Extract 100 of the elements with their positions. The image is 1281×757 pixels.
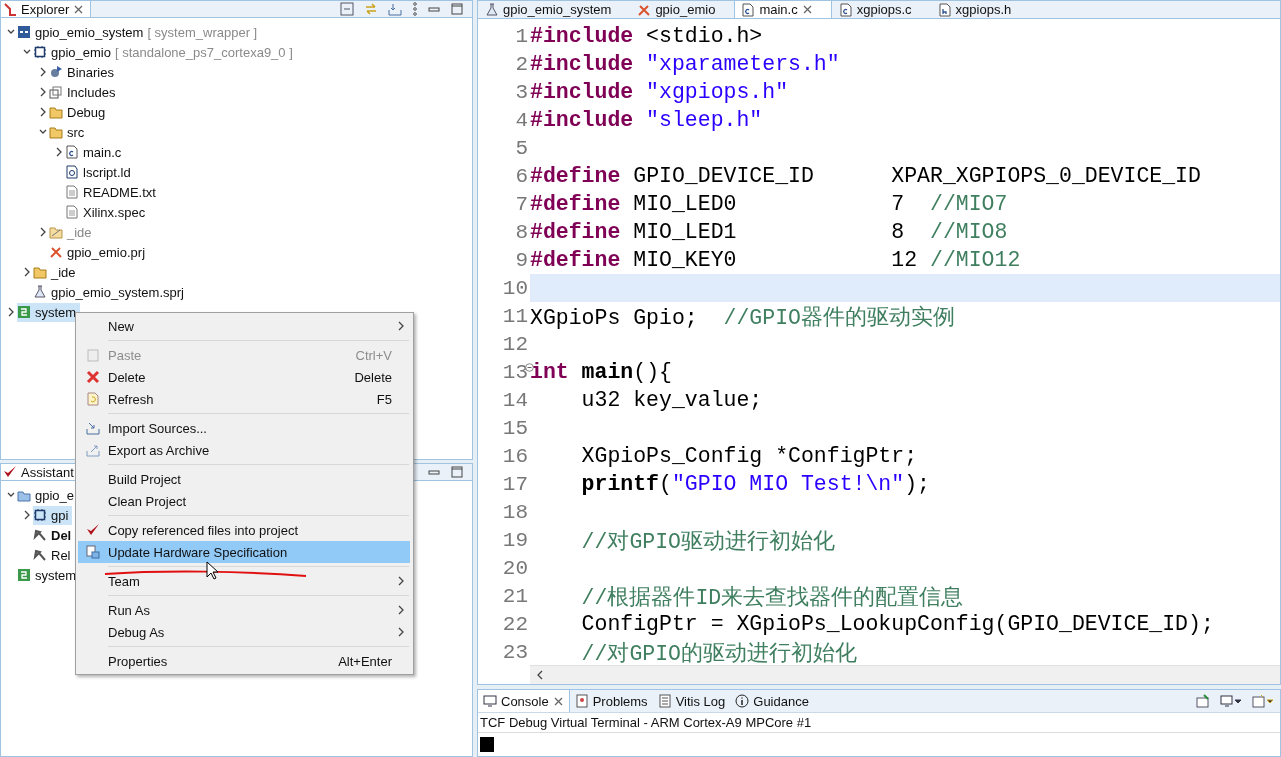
code-line: #include "xparameters.h" — [530, 52, 840, 76]
tree-item[interactable]: Xilinx.spec — [65, 202, 150, 222]
menu-item[interactable]: Copy referenced files into project — [78, 519, 410, 541]
text-file-icon — [65, 185, 79, 199]
code-line: int main(){ — [530, 360, 672, 384]
menu-item[interactable]: Export as Archive — [78, 439, 410, 461]
c-file-icon — [65, 145, 79, 159]
tree-item[interactable]: Includes — [49, 82, 120, 102]
console-tab[interactable]: Vitis Log — [652, 690, 731, 712]
editor-tab[interactable]: main.c — [734, 1, 832, 18]
more-icon — [412, 2, 418, 16]
tree-item[interactable]: _ide — [49, 222, 96, 242]
editor-tab[interactable]: xgpiops.c — [831, 1, 931, 18]
log-icon — [657, 694, 672, 708]
tree-item[interactable]: lscript.ld — [65, 162, 135, 182]
chevron-right-icon — [39, 66, 47, 77]
tree-item[interactable]: gpio_e — [17, 485, 79, 505]
code-line: #define GPIO_DEVICE_ID XPAR_XGPIOPS_0_DEVICE_ID — [530, 164, 1201, 188]
monitor-icon — [483, 694, 497, 708]
import-icon — [86, 421, 100, 435]
tree-item[interactable]: system — [17, 565, 81, 585]
code-line: #include "sleep.h" — [530, 108, 763, 132]
code-line: printf("GPIO MIO Test!\n"); — [580, 472, 930, 496]
binaries-icon — [49, 65, 63, 79]
tree-item[interactable]: gpio_emio_system [ system_wrapper ] — [17, 22, 262, 42]
linker-script-icon — [65, 165, 79, 179]
line-number: 7 — [515, 192, 528, 216]
line-number: 12 — [502, 332, 528, 356]
console-tab[interactable]: Console — [478, 690, 570, 712]
menu-item[interactable]: New — [78, 315, 410, 337]
chevron-right-icon — [39, 226, 47, 237]
console-tab[interactable]: Guidance — [730, 690, 814, 712]
chevron-right-icon — [55, 146, 63, 157]
checkmark-icon — [3, 465, 17, 479]
display-icon — [1220, 694, 1242, 708]
console-tab[interactable]: Problems — [569, 690, 653, 712]
menu-item[interactable]: Team — [78, 570, 410, 592]
line-number: 10 — [502, 276, 528, 300]
maximize-icon — [450, 465, 464, 479]
tree-item[interactable]: gpi — [33, 505, 73, 525]
line-number: 23 — [502, 640, 528, 664]
h-file-icon — [937, 2, 952, 17]
collapse-all-icon — [340, 2, 354, 16]
tree-item[interactable]: Rel — [33, 545, 75, 565]
tree-item[interactable]: Del — [33, 525, 76, 545]
view-tab[interactable]: Explorer — [1, 1, 92, 17]
info-icon — [735, 694, 750, 708]
menu-item[interactable]: Delete Delete — [78, 366, 410, 388]
tree-item[interactable]: README.txt — [65, 182, 160, 202]
tools-icon — [637, 2, 652, 17]
folder-icon — [49, 125, 63, 139]
c-file-icon — [741, 2, 756, 17]
pin-icon — [1196, 694, 1210, 708]
checkmark-icon — [86, 523, 100, 537]
line-number: 3 — [515, 80, 528, 104]
menu-item[interactable]: Refresh F5 — [78, 388, 410, 410]
tree-item[interactable]: Debug — [49, 102, 110, 122]
line-number: 17 — [502, 472, 528, 496]
line-number: 6 — [515, 164, 528, 188]
menu-item[interactable]: Build Project — [78, 468, 410, 490]
line-number: 1 — [515, 24, 528, 48]
code-line: #include "xgpiops.h" — [530, 80, 789, 104]
line-number: 5 — [515, 136, 528, 160]
tree-item[interactable]: gpio_emio_system.sprj — [33, 282, 188, 302]
tree-item[interactable]: Binaries — [49, 62, 118, 82]
menu-item[interactable]: Clean Project — [78, 490, 410, 512]
tree-item[interactable]: main.c — [65, 142, 126, 162]
editor-tab[interactable]: xgpiops.h — [930, 1, 1031, 18]
line-number: 18 — [502, 500, 528, 524]
tree-item[interactable]: gpio_emio.prj — [49, 242, 150, 262]
tree-item[interactable]: src — [49, 122, 89, 142]
mouse-pointer-icon — [206, 561, 220, 581]
code-line: XGpioPs Gpio; //GPIO器件的驱动实例 — [530, 304, 955, 331]
terminal-title: TCF Debug Virtual Terminal - ARM Cortex-A9 MPCore #1 — [478, 713, 1280, 733]
code-line: //对GPIO驱动进行初始化 — [580, 528, 836, 555]
editor-tab[interactable]: gpio_emio — [630, 1, 735, 18]
platform-icon — [17, 305, 31, 319]
text-file-icon — [65, 205, 79, 219]
menu-item[interactable]: Update Hardware Specification — [78, 541, 410, 563]
tree-item[interactable]: system — [17, 302, 81, 322]
menu-item[interactable]: Run As — [78, 599, 410, 621]
c-file-icon — [838, 2, 853, 17]
menu-item[interactable]: Properties Alt+Enter — [78, 650, 410, 672]
tree-item[interactable]: _ide — [33, 262, 80, 282]
menu-item[interactable]: Debug As — [78, 621, 410, 643]
horizontal-scrollbar[interactable] — [530, 665, 1280, 684]
tree-item[interactable]: gpio_emio [ standalone_ps7_cortexa9_0 ] — [33, 42, 297, 62]
code-line: #define MIO_KEY0 12 //MIO12 — [530, 248, 1021, 272]
code-line: #define MIO_LED1 8 //MIO8 — [530, 220, 1008, 244]
delete-icon — [86, 370, 100, 384]
code-line: //对GPIO的驱动进行初始化 — [580, 640, 858, 665]
line-number: 14 — [502, 388, 528, 412]
maximize-icon — [450, 2, 464, 16]
editor-tab[interactable]: gpio_emio_system — [478, 1, 631, 18]
folder-icon — [49, 225, 63, 239]
link-icon — [364, 2, 378, 16]
folder-icon — [17, 488, 31, 502]
minimize-icon — [428, 6, 440, 12]
menu-item[interactable]: Import Sources... — [78, 417, 410, 439]
scroll-left-icon — [536, 670, 544, 680]
